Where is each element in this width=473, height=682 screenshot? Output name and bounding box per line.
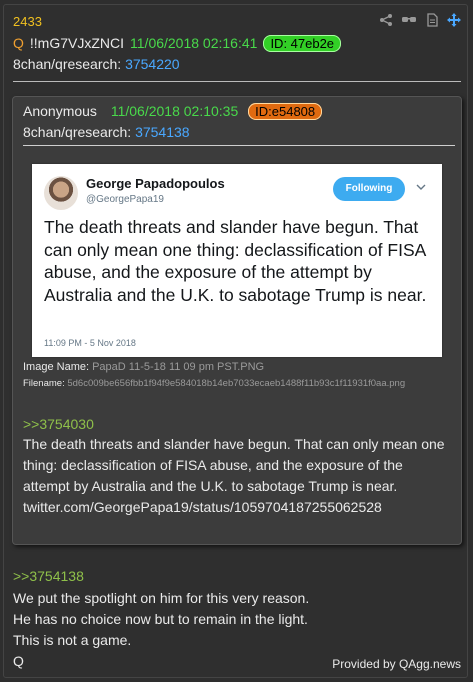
poster-id-badge[interactable]: ID: 47eb2e bbox=[263, 35, 342, 52]
post-card: 2433 Q !!mG7VJxZNCI 11/06/2018 02:16:41 ID:… bbox=[3, 4, 468, 678]
post-date: 11/06/2018 02:16:41 bbox=[130, 35, 258, 51]
post-number: 2433 bbox=[13, 14, 42, 29]
tweet-author-handle: @GeorgePapa19 bbox=[86, 194, 164, 205]
quoted-body-url: twitter.com/GeorgePapa19/status/10597041… bbox=[23, 499, 382, 515]
post-header: Q !!mG7VJxZNCI 11/06/2018 02:16:41 ID: 47eb… bbox=[13, 35, 342, 52]
share-icon[interactable] bbox=[379, 13, 393, 27]
credit-text: Provided by QAgg.news bbox=[332, 657, 461, 671]
quoted-id-badge[interactable]: ID:e54808 bbox=[248, 103, 323, 120]
move-icon[interactable] bbox=[447, 13, 461, 27]
quoted-author: Anonymous bbox=[23, 103, 97, 119]
filename-line: Filename: 5d6c009be656fbb1f94f9e584018b1… bbox=[23, 378, 405, 389]
reply-line: He has no choice now but to remain in th… bbox=[13, 611, 308, 627]
image-name-line: Image Name: PapaD 11-5-18 11 09 pm PST.P… bbox=[23, 361, 264, 373]
glasses-icon[interactable] bbox=[401, 13, 417, 27]
chevron-down-icon bbox=[416, 184, 426, 190]
quoted-header: Anonymous 11/06/2018 02:10:35 ID:e54808 bbox=[23, 103, 323, 120]
quoted-reply-link[interactable]: >>3754030 bbox=[23, 416, 94, 432]
quoted-post: Anonymous 11/06/2018 02:10:35 ID:e54808 … bbox=[12, 96, 462, 545]
quoted-body-text: The death threats and slander have begun… bbox=[23, 436, 445, 494]
quoted-board-name: 8chan/qresearch: bbox=[23, 124, 132, 140]
reply-link[interactable]: >>3754138 bbox=[13, 568, 84, 584]
tweet-timestamp: 11:09 PM - 5 Nov 2018 bbox=[44, 338, 136, 348]
filename-value: 5d6c009be656fbb1f94f9e584018b14eb7033eca… bbox=[67, 378, 406, 389]
quoted-divider bbox=[23, 145, 455, 146]
reply-signature: Q bbox=[13, 653, 24, 669]
quoted-board-line: 8chan/qresearch: 3754138 bbox=[23, 124, 190, 140]
board-name: 8chan/qresearch: bbox=[13, 56, 122, 72]
image-name-label: Image Name: bbox=[23, 361, 90, 373]
reply-link-line: >>3754138 bbox=[13, 568, 84, 584]
board-post-link[interactable]: 3754220 bbox=[125, 56, 180, 72]
tripcode: !!mG7VJxZNCI bbox=[29, 35, 125, 51]
q-label: Q bbox=[13, 35, 24, 51]
reply-line: We put the spotlight on him for this ver… bbox=[13, 590, 310, 606]
tweet-author-name: George Papadopoulos bbox=[86, 176, 225, 191]
reply-body: We put the spotlight on him for this ver… bbox=[13, 588, 309, 672]
tweet-image[interactable]: George Papadopoulos @GeorgePapa19 Follow… bbox=[32, 164, 442, 357]
quoted-date: 11/06/2018 02:10:35 bbox=[110, 103, 239, 119]
board-line: 8chan/qresearch: 3754220 bbox=[13, 56, 180, 72]
quoted-reply-link-line: >>3754030 bbox=[23, 416, 94, 432]
image-name-value: PapaD 11-5-18 11 09 pm PST.PNG bbox=[92, 361, 265, 373]
tweet-text: The death threats and slander have begun… bbox=[44, 217, 427, 305]
quoted-body: The death threats and slander have begun… bbox=[23, 434, 453, 518]
post-toolbar bbox=[379, 13, 461, 27]
quoted-board-link[interactable]: 3754138 bbox=[135, 124, 190, 140]
following-button: Following bbox=[333, 177, 405, 201]
reply-line: This is not a game. bbox=[13, 632, 132, 648]
document-icon[interactable] bbox=[425, 13, 439, 27]
header-divider bbox=[13, 81, 461, 82]
avatar bbox=[44, 176, 78, 210]
filename-label: Filename: bbox=[23, 378, 65, 389]
